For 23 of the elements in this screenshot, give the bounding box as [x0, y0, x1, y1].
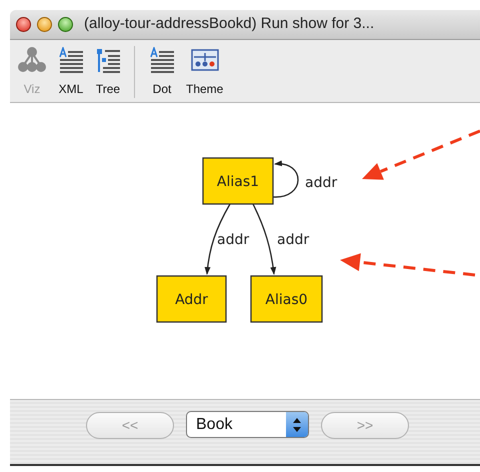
- stepper-icon: [293, 418, 301, 432]
- toolbar-button[interactable]: XML: [52, 46, 90, 96]
- toolbar-button[interactable]: Tree: [90, 46, 126, 96]
- graph-node: Addr: [156, 275, 227, 323]
- graph-node: Alias1: [202, 157, 274, 205]
- edge-label: addr: [305, 175, 338, 191]
- toolbar-button[interactable]: Theme: [181, 46, 228, 96]
- theme-panel-icon: [190, 49, 219, 71]
- edge-arrow: [272, 161, 299, 198]
- graph-node: Alias0: [250, 275, 323, 323]
- minimize-icon[interactable]: [37, 17, 52, 32]
- zoom-icon[interactable]: [58, 17, 73, 32]
- text-lines-icon: [57, 47, 85, 73]
- close-icon[interactable]: [16, 17, 31, 32]
- dropdown[interactable]: Book: [186, 411, 309, 438]
- edge-label: addr: [277, 232, 310, 248]
- edge-arrow: [252, 204, 276, 275]
- network-icon: [17, 47, 47, 73]
- text-lines-icon: [148, 47, 176, 73]
- edge-label: addr: [217, 232, 250, 248]
- tree-list-icon: [95, 47, 121, 73]
- toolbar-button[interactable]: Dot: [143, 46, 181, 96]
- window-title: (alloy-tour-addressBookd) Run show for 3...: [84, 14, 374, 34]
